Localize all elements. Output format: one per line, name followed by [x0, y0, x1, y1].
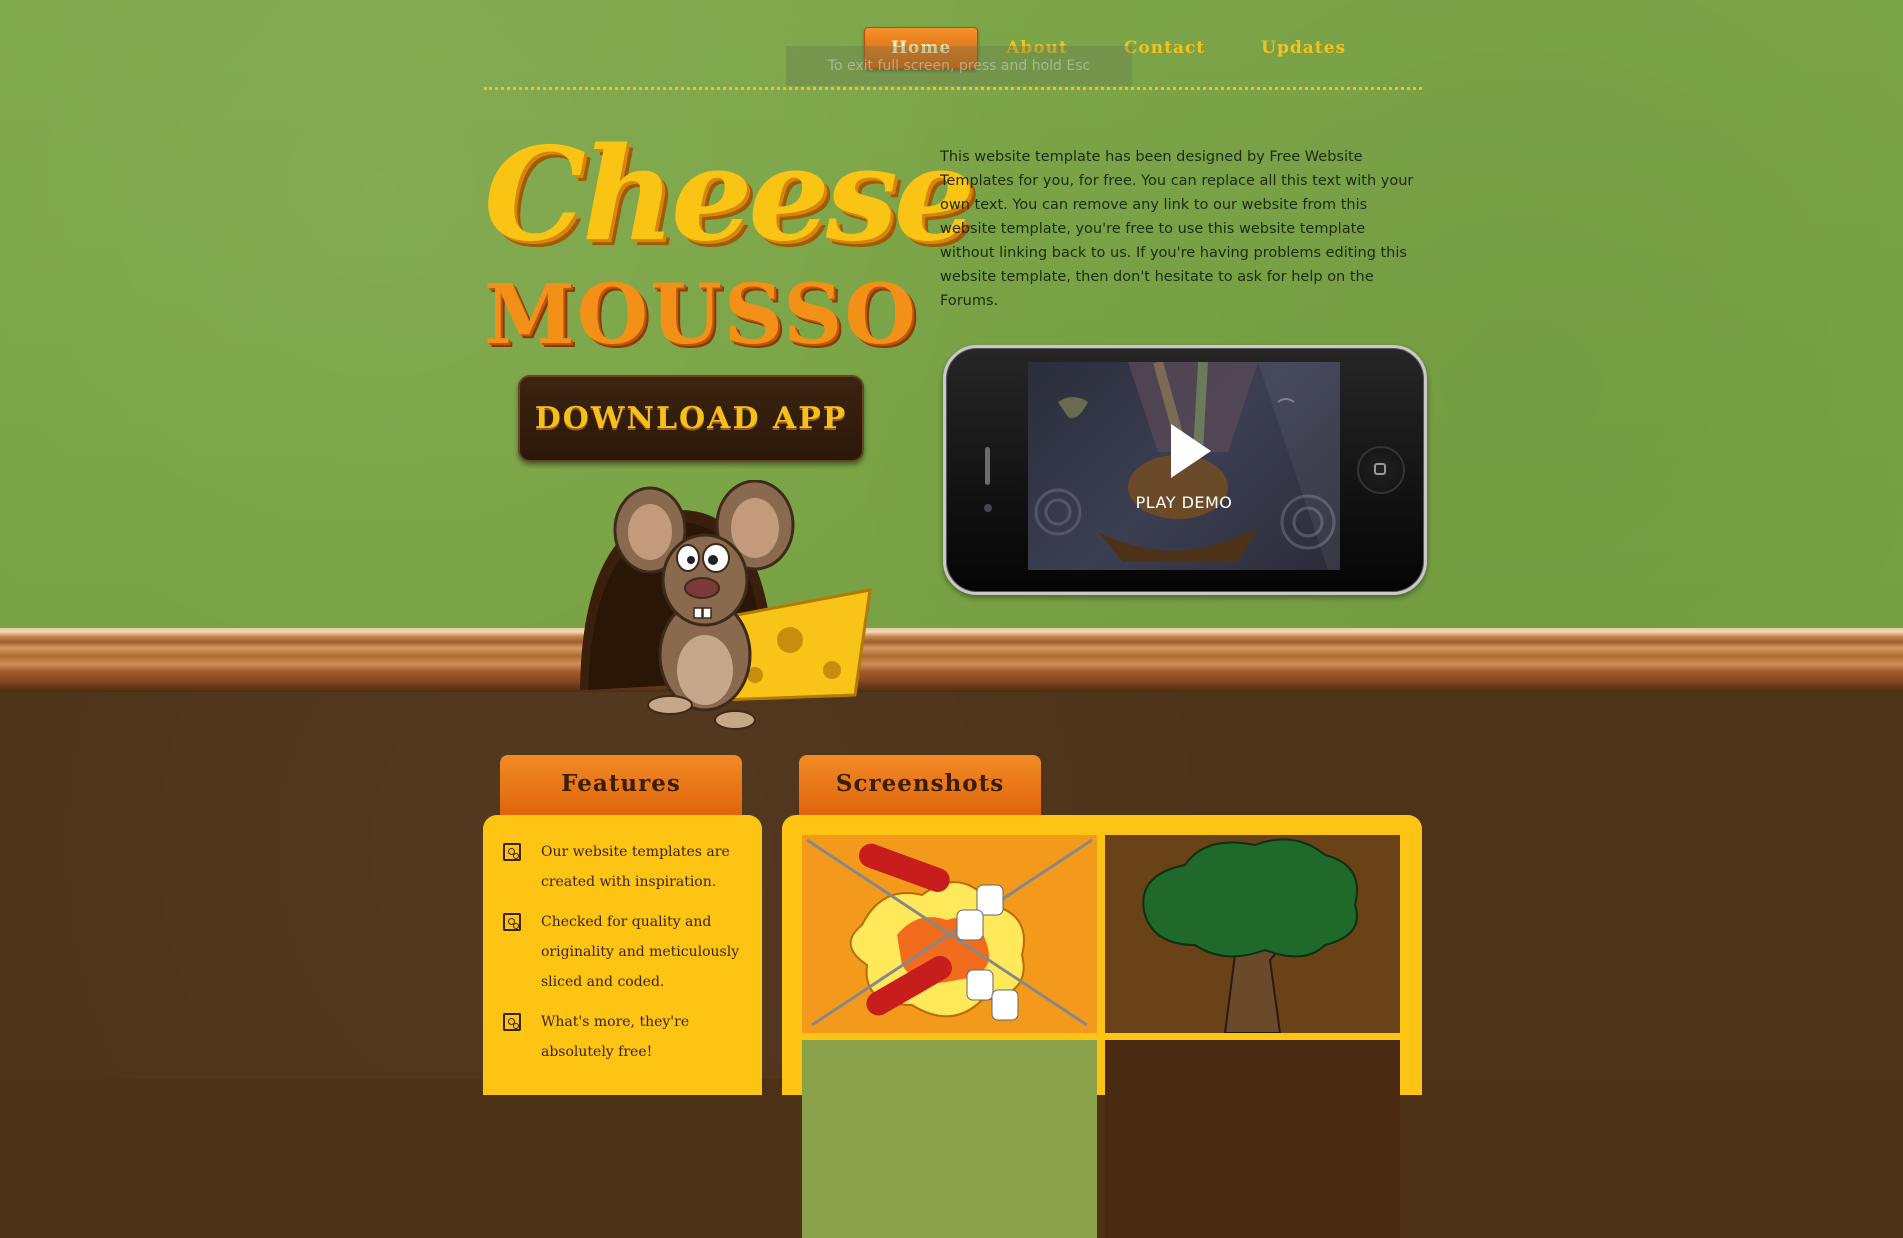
phone-mockup: PLAY DEMO — [943, 345, 1427, 595]
tab-features[interactable]: Features — [500, 755, 742, 815]
phone-camera — [984, 504, 992, 512]
cheese-bullet-icon — [503, 913, 521, 931]
fullscreen-tooltip: To exit full screen, press and hold Esc — [786, 46, 1132, 86]
logo-cheese: Cheese — [484, 120, 975, 270]
mouse-hole-icon — [580, 479, 872, 730]
feature-text: Our website templates are created with i… — [541, 844, 730, 890]
download-app-button[interactable]: DOWNLOAD APP — [518, 375, 864, 462]
cheese-bullet-icon — [503, 1013, 521, 1031]
skewer-illustration — [806, 838, 1093, 1027]
screenshot-skewers[interactable] — [802, 835, 1097, 1033]
features-list: Our website templates are created with i… — [483, 815, 762, 1067]
phone-screen: PLAY DEMO — [1028, 362, 1340, 570]
nav-updates[interactable]: Updates — [1233, 28, 1374, 68]
feature-item: Our website templates are created with i… — [503, 837, 744, 897]
screenshot-4[interactable] — [1105, 1040, 1400, 1238]
play-icon[interactable] — [1171, 424, 1211, 478]
screenshot-3[interactable] — [802, 1040, 1097, 1238]
tab-screenshots[interactable]: Screenshots — [799, 755, 1041, 815]
feature-text: What's more, they're absolutely free! — [541, 1014, 690, 1060]
screenshots-panel — [782, 815, 1422, 1238]
mouse-illustration — [570, 479, 890, 740]
features-panel: Our website templates are created with i… — [483, 815, 762, 1095]
play-demo-label[interactable]: PLAY DEMO — [1028, 493, 1340, 512]
wood-plank-divider — [0, 628, 1903, 692]
nav-divider — [484, 87, 1422, 90]
screenshot-tree[interactable] — [1105, 835, 1400, 1033]
logo-mousso: MOUSSO — [484, 267, 918, 363]
phone-home-button — [1357, 446, 1405, 494]
cheese-bullet-icon — [503, 843, 521, 861]
intro-text: This website template has been designed … — [940, 149, 1414, 309]
tree-illustration — [1142, 838, 1358, 1033]
feature-item: Checked for quality and originality and … — [503, 907, 744, 997]
phone-speaker — [985, 447, 990, 485]
feature-text: Checked for quality and originality and … — [541, 914, 740, 990]
feature-item: What's more, they're absolutely free! — [503, 1007, 744, 1067]
